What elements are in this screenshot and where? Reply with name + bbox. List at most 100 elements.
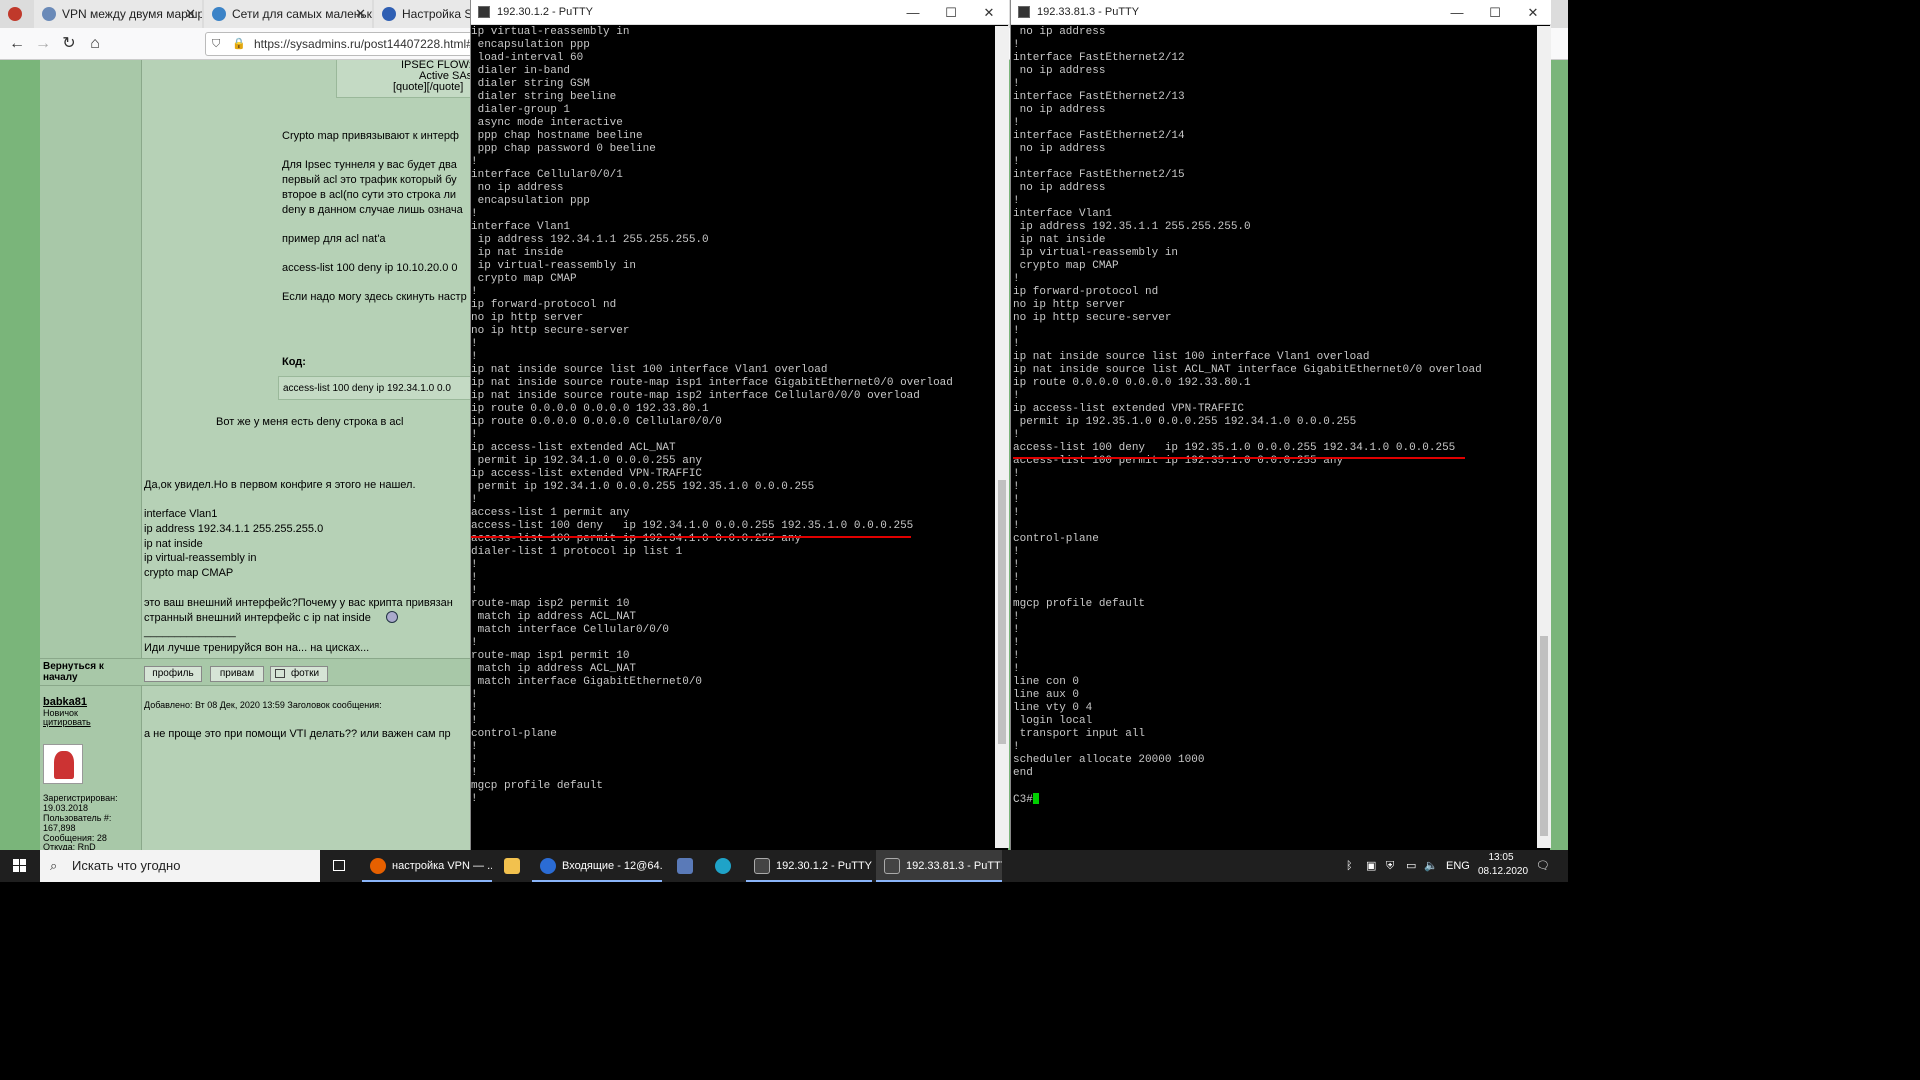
terminal-line: match interface Cellular0/0/0: [471, 624, 670, 636]
taskbar-mail[interactable]: Входящие - 12@64...: [532, 850, 662, 882]
profile-button[interactable]: профиль: [144, 666, 202, 682]
security-icon[interactable]: ⛨: [1386, 850, 1394, 882]
terminal-line: !: [471, 351, 478, 363]
taskbar-search[interactable]: ⌕ Искать что угодно: [40, 850, 320, 882]
scrollbar-2[interactable]: [1537, 26, 1551, 848]
taskbar-explorer[interactable]: [496, 850, 528, 882]
terminal-line: !: [1013, 611, 1020, 623]
bluetooth-icon[interactable]: ᛒ: [1346, 850, 1353, 882]
close-icon[interactable]: ✕: [971, 0, 1007, 25]
taskbar-putty-1[interactable]: 192.30.1.2 - PuTTY: [746, 850, 872, 882]
language-indicator[interactable]: ENG: [1446, 850, 1470, 882]
terminal-line: !: [471, 754, 478, 766]
quote-box: IPSEC FLOW: p Active SAs [quote][/quote]: [336, 60, 470, 98]
smiley-icon: [386, 611, 398, 623]
url-bar[interactable]: ⛉ 🔒 https://sysadmins.ru/post14407228.ht…: [205, 32, 475, 56]
clock[interactable]: 13:05 08.12.2020: [1478, 851, 1528, 879]
terminal-line: ip forward-protocol nd: [471, 299, 617, 311]
terminal-line: ip nat inside: [471, 247, 564, 259]
terminal-line: access-list 100 permit ip 192.34.1.0 0.0…: [471, 533, 802, 545]
terminal-line: ip route 0.0.0.0 0.0.0.0 192.33.80.1: [471, 403, 709, 415]
terminal-line: mgcp profile default: [1013, 598, 1146, 610]
author-name[interactable]: babka81: [43, 696, 87, 708]
terminal-line: control-plane: [1013, 533, 1099, 545]
terminal-line: !: [1013, 156, 1020, 168]
terminal-line: load-interval 60: [471, 52, 584, 64]
terminal-line: ip address 192.35.1.1 255.255.255.0: [1013, 221, 1251, 233]
task-view-button[interactable]: [324, 850, 356, 882]
firefox-icon: [370, 858, 386, 874]
forward-icon[interactable]: →: [32, 33, 54, 55]
terminal-line: access-list 100 deny ip 192.35.1.0 0.0.0…: [1013, 442, 1456, 454]
taskbar-edge[interactable]: [706, 850, 740, 882]
scroll-thumb[interactable]: [1540, 636, 1548, 836]
back-to-top-link[interactable]: Вернуться к началу: [43, 661, 139, 683]
maximize-icon[interactable]: ☐: [933, 0, 969, 25]
close-icon[interactable]: ✕: [1515, 0, 1551, 25]
folder-icon: [504, 858, 520, 874]
scrollbar-1[interactable]: [995, 26, 1009, 848]
terminal-line: !: [471, 637, 478, 649]
tray-app-icon[interactable]: ▣: [1366, 850, 1376, 882]
network-icon[interactable]: ▭: [1406, 850, 1416, 882]
terminal-line: !: [1013, 325, 1020, 337]
photos-button[interactable]: фотки: [270, 666, 328, 682]
terminal-line: async mode interactive: [471, 117, 623, 129]
pm-button[interactable]: привам: [210, 666, 264, 682]
notification-icon[interactable]: 🗨: [1536, 850, 1550, 882]
terminal-line: dialer string GSM: [471, 78, 590, 90]
maximize-icon[interactable]: ☐: [1477, 0, 1513, 25]
terminal-line: access-list 1 permit any: [471, 507, 630, 519]
volume-icon[interactable]: 🔈: [1424, 850, 1438, 882]
terminal-line: access-list 100 deny ip 192.34.1.0 0.0.0…: [471, 520, 914, 532]
terminal-line: ppp chap password 0 beeline: [471, 143, 656, 155]
terminal-line: no ip address: [1013, 65, 1106, 77]
terminal-line: ip access-list extended ACL_NAT: [471, 442, 676, 454]
home-icon[interactable]: ⌂: [84, 33, 106, 55]
scroll-thumb[interactable]: [998, 480, 1006, 744]
terminal-line: ip nat inside: [1013, 234, 1106, 246]
page-scrollbar[interactable]: [1548, 60, 1568, 850]
terminal-line: interface Vlan1: [1013, 208, 1113, 220]
taskbar: ⌕ Искать что угодно настройка VPN — ... …: [0, 850, 1568, 882]
taskbar-putty-2[interactable]: 192.33.81.3 - PuTTY: [876, 850, 1002, 882]
minimize-icon[interactable]: —: [1439, 0, 1475, 25]
terminal-line: no ip http server: [471, 312, 584, 324]
tab-site[interactable]: Настройка Site-: [374, 0, 470, 28]
terminal-line: !: [1013, 572, 1020, 584]
quote-link[interactable]: цитировать: [43, 717, 91, 727]
tab-vpn[interactable]: VPN между двумя маршру ✕: [34, 0, 202, 28]
terminal-line: interface FastEthernet2/14: [1013, 130, 1185, 142]
start-button[interactable]: [0, 850, 40, 882]
terminal-line: !: [1013, 39, 1020, 51]
network-app-icon: [677, 858, 693, 874]
close-icon[interactable]: ✕: [185, 6, 196, 22]
taskbar-firefox[interactable]: настройка VPN — ...: [362, 850, 492, 882]
highlight-underline: [1013, 457, 1465, 459]
terminal-line: crypto map CMAP: [471, 273, 577, 285]
terminal-line: transport input all: [1013, 728, 1146, 740]
taskbar-network-app[interactable]: [668, 850, 702, 882]
terminal-line: interface FastEthernet2/13: [1013, 91, 1185, 103]
code-box: access-list 100 deny ip 192.34.1.0 0.0: [278, 376, 470, 400]
reload-icon[interactable]: ↻: [58, 33, 80, 55]
terminal-line: ip virtual-reassembly in: [471, 260, 637, 272]
terminal-output-2[interactable]: no ip address! interface FastEthernet2/12…: [1013, 26, 1537, 848]
terminal-line: ip address 192.34.1.1 255.255.255.0: [471, 234, 709, 246]
terminal-line: end: [1013, 767, 1033, 779]
terminal-line: interface FastEthernet2/12: [1013, 52, 1185, 64]
edge-icon: [715, 858, 731, 874]
putty-icon: [1018, 6, 1030, 18]
terminal-line: ip nat inside source list 100 interface …: [1013, 351, 1370, 363]
tab-networks[interactable]: Сети для самых маленьк ✕: [204, 0, 372, 28]
putty-titlebar-1: 192.30.1.2 - PuTTY — ☐ ✕: [471, 0, 1009, 25]
minimize-icon[interactable]: —: [895, 0, 931, 25]
close-icon[interactable]: ✕: [355, 6, 366, 22]
terminal-line: no ip address: [471, 182, 564, 194]
firefox-menu[interactable]: [0, 0, 32, 28]
terminal-output-1[interactable]: ip virtual-reassembly in encapsulation p…: [471, 26, 995, 848]
back-icon[interactable]: ←: [6, 33, 28, 55]
terminal-line: line con 0: [1013, 676, 1080, 688]
terminal-line: dialer string beeline: [471, 91, 617, 103]
terminal-line: !: [471, 689, 478, 701]
